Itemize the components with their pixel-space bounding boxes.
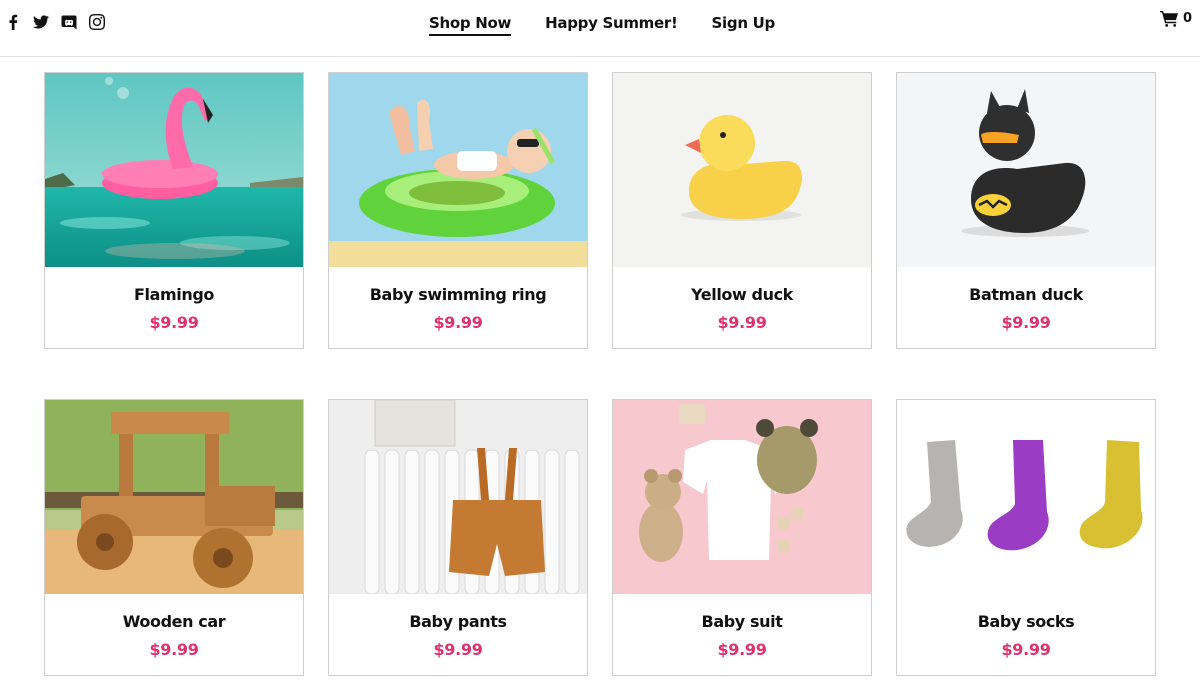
product-name[interactable]: Flamingo: [45, 285, 303, 304]
product-price: $9.99: [1001, 313, 1051, 332]
product-price: $9.99: [149, 313, 199, 332]
cart-button[interactable]: 0: [1160, 10, 1192, 27]
product-card-baby-pants[interactable]: Baby pants $9.99: [328, 399, 588, 676]
product-price: $9.99: [149, 640, 199, 659]
site-header: Shop Now Happy Summer! Sign Up 0: [0, 0, 1200, 57]
product-card-flamingo[interactable]: Flamingo $9.99: [44, 72, 304, 349]
product-card-baby-socks[interactable]: Baby socks $9.99: [896, 399, 1156, 676]
product-image-yellow-duck[interactable]: [613, 73, 871, 267]
product-image-baby-swimming-ring[interactable]: [329, 73, 587, 267]
product-name[interactable]: Baby socks: [897, 612, 1155, 631]
cart-icon: [1160, 10, 1178, 27]
main-nav: Shop Now Happy Summer! Sign Up: [0, 14, 1200, 36]
product-card-yellow-duck[interactable]: Yellow duck $9.99: [612, 72, 872, 349]
product-card-baby-suit[interactable]: Baby suit $9.99: [612, 399, 872, 676]
product-price: $9.99: [433, 313, 483, 332]
product-price: $9.99: [1001, 640, 1051, 659]
product-name[interactable]: Baby suit: [613, 612, 871, 631]
product-price: $9.99: [717, 640, 767, 659]
product-card-wooden-car[interactable]: Wooden car $9.99: [44, 399, 304, 676]
product-name[interactable]: Baby pants: [329, 612, 587, 631]
product-price: $9.99: [717, 313, 767, 332]
product-image-baby-pants[interactable]: [329, 400, 587, 594]
product-name[interactable]: Wooden car: [45, 612, 303, 631]
product-image-flamingo[interactable]: [45, 73, 303, 267]
product-image-wooden-car[interactable]: [45, 400, 303, 594]
product-price: $9.99: [433, 640, 483, 659]
product-card-baby-swimming-ring[interactable]: Baby swimming ring $9.99: [328, 72, 588, 349]
nav-happy-summer[interactable]: Happy Summer!: [545, 14, 678, 36]
product-name[interactable]: Baby swimming ring: [329, 285, 587, 304]
cart-count: 0: [1182, 11, 1192, 26]
nav-sign-up[interactable]: Sign Up: [712, 14, 776, 36]
product-image-batman-duck[interactable]: [897, 73, 1155, 267]
nav-shop-now[interactable]: Shop Now: [429, 14, 511, 36]
product-image-baby-socks[interactable]: [897, 400, 1155, 594]
product-name[interactable]: Batman duck: [897, 285, 1155, 304]
product-image-baby-suit[interactable]: [613, 400, 871, 594]
product-name[interactable]: Yellow duck: [613, 285, 871, 304]
product-card-batman-duck[interactable]: Batman duck $9.99: [896, 72, 1156, 349]
